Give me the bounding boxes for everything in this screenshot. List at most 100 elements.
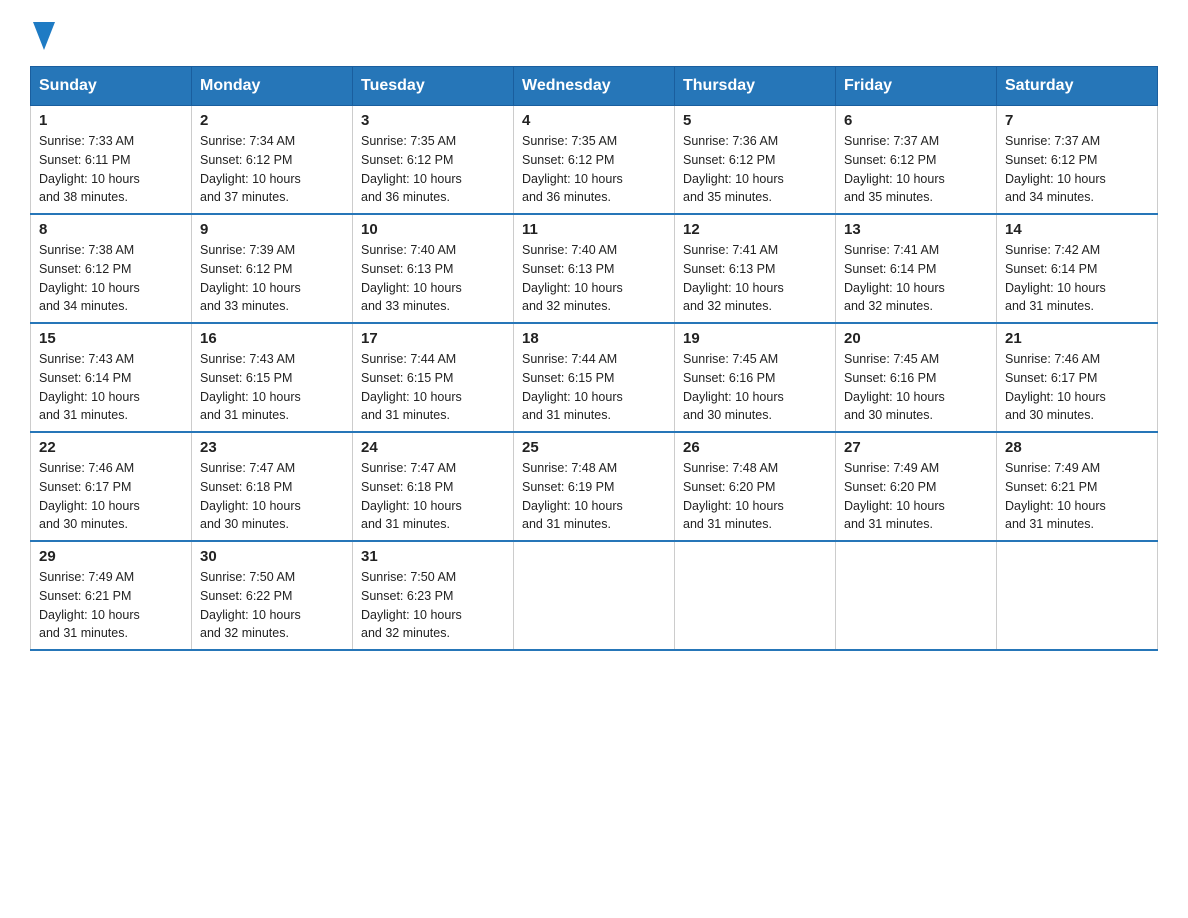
day-info: Sunrise: 7:50 AMSunset: 6:23 PMDaylight:… (361, 570, 462, 640)
day-header-saturday: Saturday (997, 67, 1158, 106)
day-number: 23 (200, 439, 344, 456)
calendar-cell: 5 Sunrise: 7:36 AMSunset: 6:12 PMDayligh… (675, 106, 836, 215)
week-row-2: 8 Sunrise: 7:38 AMSunset: 6:12 PMDayligh… (31, 214, 1158, 323)
day-info: Sunrise: 7:37 AMSunset: 6:12 PMDaylight:… (844, 134, 945, 204)
day-number: 13 (844, 221, 988, 238)
day-header-wednesday: Wednesday (514, 67, 675, 106)
day-number: 27 (844, 439, 988, 456)
day-number: 4 (522, 112, 666, 129)
day-number: 15 (39, 330, 183, 347)
day-info: Sunrise: 7:35 AMSunset: 6:12 PMDaylight:… (361, 134, 462, 204)
day-number: 5 (683, 112, 827, 129)
calendar-cell: 24 Sunrise: 7:47 AMSunset: 6:18 PMDaylig… (353, 432, 514, 541)
day-number: 24 (361, 439, 505, 456)
day-header-friday: Friday (836, 67, 997, 106)
day-number: 6 (844, 112, 988, 129)
calendar-cell (997, 541, 1158, 650)
calendar-cell (675, 541, 836, 650)
day-number: 21 (1005, 330, 1149, 347)
day-info: Sunrise: 7:44 AMSunset: 6:15 PMDaylight:… (361, 352, 462, 422)
day-number: 20 (844, 330, 988, 347)
day-number: 30 (200, 548, 344, 565)
day-info: Sunrise: 7:47 AMSunset: 6:18 PMDaylight:… (200, 461, 301, 531)
calendar-cell: 3 Sunrise: 7:35 AMSunset: 6:12 PMDayligh… (353, 106, 514, 215)
week-row-1: 1 Sunrise: 7:33 AMSunset: 6:11 PMDayligh… (31, 106, 1158, 215)
day-number: 2 (200, 112, 344, 129)
day-info: Sunrise: 7:48 AMSunset: 6:19 PMDaylight:… (522, 461, 623, 531)
calendar-cell: 23 Sunrise: 7:47 AMSunset: 6:18 PMDaylig… (192, 432, 353, 541)
calendar-cell: 22 Sunrise: 7:46 AMSunset: 6:17 PMDaylig… (31, 432, 192, 541)
day-info: Sunrise: 7:43 AMSunset: 6:15 PMDaylight:… (200, 352, 301, 422)
week-row-3: 15 Sunrise: 7:43 AMSunset: 6:14 PMDaylig… (31, 323, 1158, 432)
day-header-tuesday: Tuesday (353, 67, 514, 106)
day-info: Sunrise: 7:46 AMSunset: 6:17 PMDaylight:… (1005, 352, 1106, 422)
calendar-cell (514, 541, 675, 650)
day-info: Sunrise: 7:36 AMSunset: 6:12 PMDaylight:… (683, 134, 784, 204)
day-number: 18 (522, 330, 666, 347)
calendar-cell: 16 Sunrise: 7:43 AMSunset: 6:15 PMDaylig… (192, 323, 353, 432)
day-info: Sunrise: 7:40 AMSunset: 6:13 PMDaylight:… (522, 243, 623, 313)
day-number: 17 (361, 330, 505, 347)
calendar-cell: 11 Sunrise: 7:40 AMSunset: 6:13 PMDaylig… (514, 214, 675, 323)
day-info: Sunrise: 7:44 AMSunset: 6:15 PMDaylight:… (522, 352, 623, 422)
day-number: 7 (1005, 112, 1149, 129)
day-info: Sunrise: 7:41 AMSunset: 6:13 PMDaylight:… (683, 243, 784, 313)
calendar-cell: 29 Sunrise: 7:49 AMSunset: 6:21 PMDaylig… (31, 541, 192, 650)
day-number: 28 (1005, 439, 1149, 456)
day-info: Sunrise: 7:49 AMSunset: 6:21 PMDaylight:… (1005, 461, 1106, 531)
calendar-cell (836, 541, 997, 650)
day-info: Sunrise: 7:35 AMSunset: 6:12 PMDaylight:… (522, 134, 623, 204)
week-row-5: 29 Sunrise: 7:49 AMSunset: 6:21 PMDaylig… (31, 541, 1158, 650)
day-info: Sunrise: 7:43 AMSunset: 6:14 PMDaylight:… (39, 352, 140, 422)
day-number: 31 (361, 548, 505, 565)
header-row: SundayMondayTuesdayWednesdayThursdayFrid… (31, 67, 1158, 106)
day-info: Sunrise: 7:41 AMSunset: 6:14 PMDaylight:… (844, 243, 945, 313)
day-info: Sunrise: 7:42 AMSunset: 6:14 PMDaylight:… (1005, 243, 1106, 313)
day-number: 10 (361, 221, 505, 238)
day-number: 9 (200, 221, 344, 238)
day-info: Sunrise: 7:37 AMSunset: 6:12 PMDaylight:… (1005, 134, 1106, 204)
calendar-cell: 17 Sunrise: 7:44 AMSunset: 6:15 PMDaylig… (353, 323, 514, 432)
calendar-cell: 12 Sunrise: 7:41 AMSunset: 6:13 PMDaylig… (675, 214, 836, 323)
day-info: Sunrise: 7:40 AMSunset: 6:13 PMDaylight:… (361, 243, 462, 313)
calendar-cell: 31 Sunrise: 7:50 AMSunset: 6:23 PMDaylig… (353, 541, 514, 650)
calendar-cell: 27 Sunrise: 7:49 AMSunset: 6:20 PMDaylig… (836, 432, 997, 541)
calendar-cell: 15 Sunrise: 7:43 AMSunset: 6:14 PMDaylig… (31, 323, 192, 432)
day-info: Sunrise: 7:45 AMSunset: 6:16 PMDaylight:… (844, 352, 945, 422)
calendar-cell: 8 Sunrise: 7:38 AMSunset: 6:12 PMDayligh… (31, 214, 192, 323)
day-info: Sunrise: 7:49 AMSunset: 6:21 PMDaylight:… (39, 570, 140, 640)
day-header-sunday: Sunday (31, 67, 192, 106)
calendar-header: SundayMondayTuesdayWednesdayThursdayFrid… (31, 67, 1158, 106)
week-row-4: 22 Sunrise: 7:46 AMSunset: 6:17 PMDaylig… (31, 432, 1158, 541)
day-number: 22 (39, 439, 183, 456)
calendar-table: SundayMondayTuesdayWednesdayThursdayFrid… (30, 66, 1158, 651)
calendar-cell: 4 Sunrise: 7:35 AMSunset: 6:12 PMDayligh… (514, 106, 675, 215)
calendar-cell: 2 Sunrise: 7:34 AMSunset: 6:12 PMDayligh… (192, 106, 353, 215)
day-info: Sunrise: 7:46 AMSunset: 6:17 PMDaylight:… (39, 461, 140, 531)
calendar-cell: 14 Sunrise: 7:42 AMSunset: 6:14 PMDaylig… (997, 214, 1158, 323)
day-info: Sunrise: 7:49 AMSunset: 6:20 PMDaylight:… (844, 461, 945, 531)
day-info: Sunrise: 7:34 AMSunset: 6:12 PMDaylight:… (200, 134, 301, 204)
calendar-cell: 25 Sunrise: 7:48 AMSunset: 6:19 PMDaylig… (514, 432, 675, 541)
calendar-cell: 13 Sunrise: 7:41 AMSunset: 6:14 PMDaylig… (836, 214, 997, 323)
calendar-cell: 18 Sunrise: 7:44 AMSunset: 6:15 PMDaylig… (514, 323, 675, 432)
day-number: 25 (522, 439, 666, 456)
day-info: Sunrise: 7:33 AMSunset: 6:11 PMDaylight:… (39, 134, 140, 204)
day-number: 11 (522, 221, 666, 238)
day-info: Sunrise: 7:50 AMSunset: 6:22 PMDaylight:… (200, 570, 301, 640)
day-info: Sunrise: 7:38 AMSunset: 6:12 PMDaylight:… (39, 243, 140, 313)
logo-triangle-icon (33, 22, 55, 50)
calendar-cell: 30 Sunrise: 7:50 AMSunset: 6:22 PMDaylig… (192, 541, 353, 650)
day-number: 26 (683, 439, 827, 456)
logo (30, 20, 55, 46)
day-number: 29 (39, 548, 183, 565)
calendar-cell: 1 Sunrise: 7:33 AMSunset: 6:11 PMDayligh… (31, 106, 192, 215)
day-header-thursday: Thursday (675, 67, 836, 106)
day-header-monday: Monday (192, 67, 353, 106)
day-info: Sunrise: 7:47 AMSunset: 6:18 PMDaylight:… (361, 461, 462, 531)
day-number: 12 (683, 221, 827, 238)
calendar-cell: 20 Sunrise: 7:45 AMSunset: 6:16 PMDaylig… (836, 323, 997, 432)
day-number: 1 (39, 112, 183, 129)
day-number: 14 (1005, 221, 1149, 238)
calendar-cell: 7 Sunrise: 7:37 AMSunset: 6:12 PMDayligh… (997, 106, 1158, 215)
